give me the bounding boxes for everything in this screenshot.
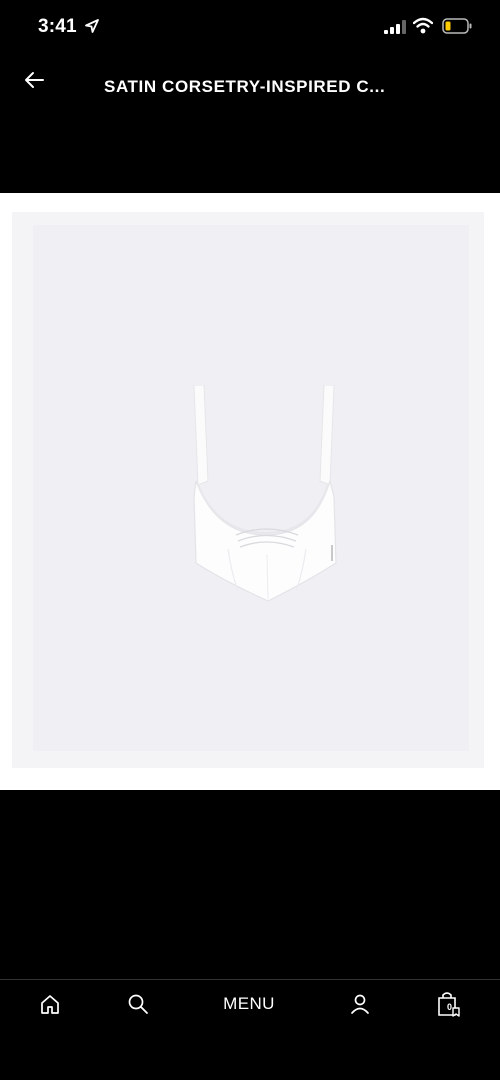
tab-bar-divider <box>0 979 500 980</box>
home-icon <box>41 995 59 1014</box>
tab-bag[interactable]: 0 <box>434 988 464 1020</box>
status-time: 3:41 <box>38 16 77 37</box>
wifi-icon <box>413 17 433 34</box>
page-title: SATIN CORSETRY-INSPIRED C... <box>104 77 386 96</box>
tab-menu[interactable]: MENU <box>218 988 280 1020</box>
status-bar: 3:41 <box>0 0 500 52</box>
white-satin-corset-top-image <box>193 385 337 602</box>
tab-profile[interactable] <box>346 988 374 1020</box>
search-icon <box>128 994 148 1014</box>
product-image[interactable] <box>33 225 469 751</box>
location-arrow-icon <box>85 19 99 33</box>
back-arrow-icon <box>25 72 44 88</box>
product-image-panel <box>0 193 500 790</box>
bag-icon-wrapper: 0 <box>436 990 462 1018</box>
battery-low-icon <box>442 18 472 34</box>
profile-icon <box>351 994 369 1014</box>
tab-search[interactable] <box>124 988 152 1020</box>
cellular-signal-icon <box>384 20 406 34</box>
bag-count-badge: 0 <box>447 1002 453 1012</box>
product-image-frame <box>12 212 484 768</box>
back-button[interactable] <box>18 64 50 96</box>
tab-home[interactable] <box>36 988 64 1020</box>
